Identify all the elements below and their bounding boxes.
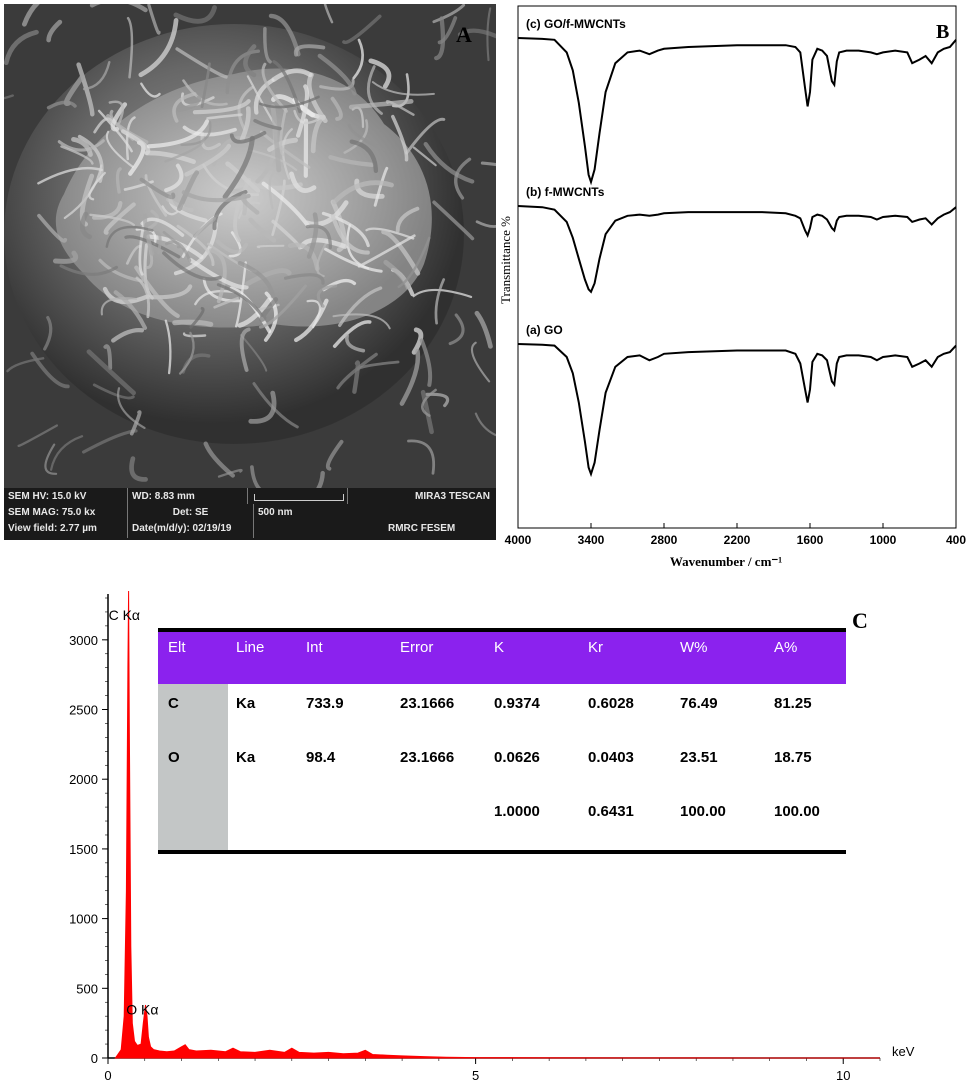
sem-image-panel: A SEM HV: 15.0 kV WD: 8.83 mm MIRA3 TESC… xyxy=(4,4,496,540)
eds-panel: C 0500100015002000250030000510 C KαO Kα … xyxy=(0,584,972,1086)
eds-table-cell: 76.49 xyxy=(680,695,718,712)
ftir-series-line xyxy=(518,344,956,474)
eds-table-cell: Ka xyxy=(236,695,256,712)
panel-letter-a: A xyxy=(456,22,472,48)
eds-table-cell: 23.1666 xyxy=(400,749,454,766)
eds-y-tick-label: 1000 xyxy=(69,912,98,927)
eds-x-axis-label: keV xyxy=(892,1044,915,1059)
eds-table-cell: 23.51 xyxy=(680,749,718,766)
eds-table-cell: 18.75 xyxy=(774,749,812,766)
eds-table-header-cell: W% xyxy=(680,639,708,656)
eds-y-tick-label: 500 xyxy=(76,981,98,996)
ftir-series-label: (b) f-MWCNTs xyxy=(526,185,605,199)
eds-table-header-cell: A% xyxy=(774,639,797,656)
sem-lab: RMRC FESEM xyxy=(384,520,484,538)
ftir-x-tick-label: 2800 xyxy=(651,533,678,547)
eds-table-cell: 98.4 xyxy=(306,749,336,766)
sem-date: Date(m/d/y): 02/19/19 xyxy=(128,520,254,538)
eds-table-cell: 0.0403 xyxy=(588,749,634,766)
eds-x-tick-label: 5 xyxy=(472,1068,479,1083)
eds-table-header-cell: Kr xyxy=(588,639,603,656)
eds-table-cell: Ka xyxy=(236,749,256,766)
eds-table-header-cell: Line xyxy=(236,639,264,656)
sem-view-field: View field: 2.77 µm xyxy=(4,520,128,538)
ftir-series-line xyxy=(518,38,956,182)
ftir-plot-frame xyxy=(518,6,956,528)
ftir-x-tick-label: 1600 xyxy=(797,533,824,547)
eds-table-cell: 0.0626 xyxy=(494,749,540,766)
ftir-x-axis-label: Wavenumber / cm⁻¹ xyxy=(670,554,782,569)
eds-table-cell: 23.1666 xyxy=(400,695,454,712)
ftir-x-tick-label: 400 xyxy=(946,533,966,547)
ftir-x-tick-label: 4000 xyxy=(505,533,532,547)
ftir-panel: B (c) GO/f-MWCNTs (b) f-MWCNTs (a) GO 4000… xyxy=(496,0,972,580)
eds-y-tick-label: 3000 xyxy=(69,633,98,648)
eds-table-header-cell: Elt xyxy=(168,639,186,656)
ftir-chart: B (c) GO/f-MWCNTs (b) f-MWCNTs (a) GO 4000… xyxy=(496,0,972,580)
eds-y-tick-label: 0 xyxy=(91,1051,98,1066)
eds-x-tick-label: 0 xyxy=(104,1068,111,1083)
ftir-series-label: (c) GO/f-MWCNTs xyxy=(526,17,626,31)
eds-table-cell: 1.0000 xyxy=(494,803,540,820)
eds-peak-label: O Kα xyxy=(126,1001,158,1017)
eds-x-tick-label: 10 xyxy=(836,1068,850,1083)
ftir-x-tick-label: 3400 xyxy=(578,533,605,547)
sem-micrograph xyxy=(4,4,496,488)
ftir-x-tick-label: 2200 xyxy=(724,533,751,547)
sem-info-row-3: View field: 2.77 µm Date(m/d/y): 02/19/1… xyxy=(4,520,496,540)
ftir-x-tick-label: 1000 xyxy=(870,533,897,547)
eds-table-cell: 100.00 xyxy=(774,803,820,820)
ftir-y-axis-label: Transmittance % xyxy=(498,216,513,304)
eds-table-cell: 0.6431 xyxy=(588,803,634,820)
eds-table-cell: 81.25 xyxy=(774,695,812,712)
eds-chart: C 0500100015002000250030000510 C KαO Kα … xyxy=(0,584,972,1086)
eds-table-cell: O xyxy=(168,749,180,766)
eds-y-tick-label: 1500 xyxy=(69,842,98,857)
eds-table-cell: 100.00 xyxy=(680,803,726,820)
panel-letter-c: C xyxy=(852,608,868,633)
eds-table-header-cell: Error xyxy=(400,639,433,656)
eds-table-header-cell: K xyxy=(494,639,504,656)
eds-table-cell: 733.9 xyxy=(306,695,344,712)
scale-bar xyxy=(254,494,344,501)
ftir-series-line xyxy=(518,206,956,292)
eds-table-cell: C xyxy=(168,695,179,712)
eds-table-cell: 0.9374 xyxy=(494,695,541,712)
eds-table-header-cell: Int xyxy=(306,639,324,656)
eds-peak-label: C Kα xyxy=(109,607,140,623)
eds-table-cell: 0.6028 xyxy=(588,695,634,712)
eds-y-tick-label: 2500 xyxy=(69,703,98,718)
panel-letter-b: B xyxy=(936,21,949,43)
ftir-series-label: (a) GO xyxy=(526,323,563,337)
eds-y-tick-label: 2000 xyxy=(69,772,98,787)
